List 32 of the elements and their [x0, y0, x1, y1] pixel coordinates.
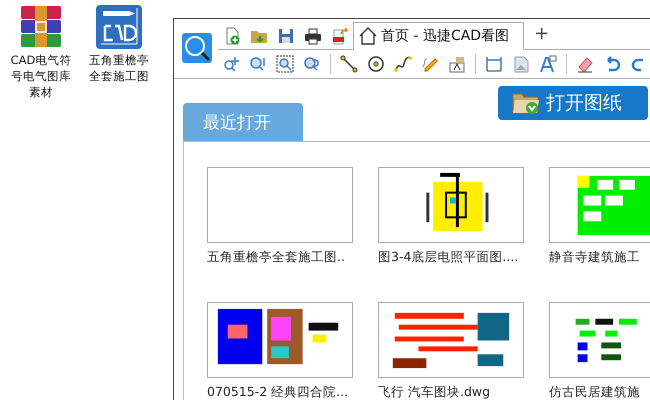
eraser-icon[interactable]	[576, 55, 594, 73]
curve-icon[interactable]	[394, 55, 412, 73]
print-icon[interactable]	[304, 27, 322, 45]
file-name[interactable]: 五角重檐亭全套施工图..	[207, 249, 353, 266]
text-stamp-icon[interactable]	[448, 55, 466, 73]
home-icon	[358, 26, 378, 46]
save-icon[interactable]	[277, 27, 295, 45]
open-drawing-button[interactable]: 打开图纸	[498, 86, 648, 120]
cad-file-icon[interactable]	[95, 4, 143, 50]
zoom-window-icon[interactable]	[276, 55, 294, 73]
zoom-previous-icon[interactable]	[303, 55, 321, 73]
desktop-icon-label[interactable]: 五角重檐亭全套施工图	[86, 52, 152, 84]
zoom-icon[interactable]	[249, 55, 267, 73]
file-name[interactable]: 飞行 汽车图块.dwg	[378, 384, 524, 400]
file-name[interactable]: 静音寺建筑施工	[549, 249, 650, 266]
circle-icon[interactable]	[367, 55, 385, 73]
dimension-icon[interactable]	[485, 55, 503, 73]
line-icon[interactable]	[340, 55, 358, 73]
empty-thumbnail[interactable]	[207, 167, 353, 243]
tab[interactable]: 首页 - 迅捷CAD看图	[353, 22, 524, 50]
pdf-export-icon[interactable]	[331, 27, 349, 45]
file-name[interactable]: 仿古民居建筑施	[549, 384, 650, 400]
text-icon[interactable]	[539, 55, 557, 73]
app-logo-icon[interactable]	[182, 33, 212, 63]
new-tab-button[interactable]: +	[534, 23, 550, 45]
file-name[interactable]: 图3-4底层电照平面图....	[378, 249, 524, 266]
pan-icon[interactable]	[222, 55, 240, 73]
file-name[interactable]: 070515-2 经典四合院...	[207, 384, 353, 400]
image-icon[interactable]	[512, 55, 530, 73]
desktop-icon-label[interactable]: CAD电气符号电气图库素材	[8, 52, 74, 100]
folder-icon	[512, 91, 540, 115]
archive-icon[interactable]	[19, 4, 63, 50]
